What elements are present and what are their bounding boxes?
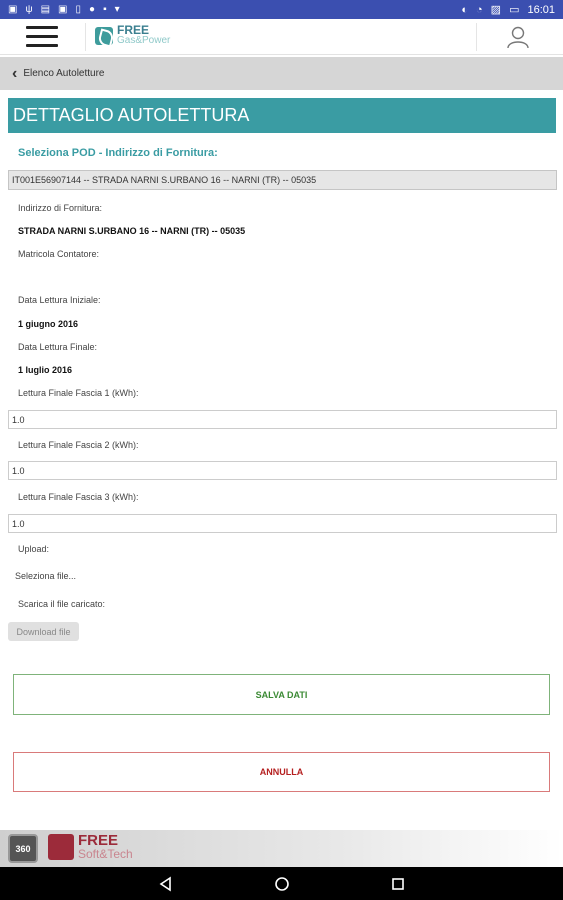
footer-brand-line1: FREE — [78, 832, 119, 849]
indirizzo-label: Indirizzo di Fornitura: — [18, 203, 103, 213]
battery-icon: ▭ — [509, 4, 520, 16]
notification-icon: ▣ — [58, 4, 68, 15]
status-bar: ▣ ψ ▤ ▣ ▯ ● ▪ ▾ ◐ ◔ ▨ ▭ 16:01 — [0, 0, 563, 19]
system-icons: ◐ ◔ ▨ ▭ 16:01 — [461, 3, 555, 17]
chevron-left-icon: ‹ — [12, 64, 18, 82]
data-finale-label: Data Lettura Finale: — [18, 342, 98, 352]
hamburger-menu-icon[interactable] — [26, 26, 58, 48]
indirizzo-value: STRADA NARNI S.URBANO 16 -- NARNI (TR) -… — [18, 226, 246, 236]
logo-text-line2: Gas&Power — [117, 35, 171, 46]
soft-tech-logo: FREE Soft&Tech — [48, 832, 133, 861]
app-bar: FREE Gas&Power — [0, 19, 563, 55]
footer-brand-line2: Soft&Tech — [78, 847, 133, 861]
image-icon: ▤ — [40, 4, 51, 15]
mic-icon: ● — [89, 4, 96, 15]
notification-icon: ▣ — [8, 4, 18, 15]
fascia1-input[interactable]: 1.0 — [8, 410, 557, 429]
cancel-button[interactable]: ANNULLA — [13, 752, 550, 792]
breadcrumb-label: Elenco Autoletture — [23, 68, 105, 79]
data-iniziale-value: 1 giugno 2016 — [18, 319, 79, 329]
system-nav-bar — [0, 867, 563, 900]
page-title: DETTAGLIO AUTOLETTURA — [8, 98, 556, 133]
fascia1-label: Lettura Finale Fascia 1 (kWh): — [18, 388, 139, 398]
leaf-logo-icon — [48, 834, 74, 860]
matricola-label: Matricola Contatore: — [18, 249, 100, 259]
bag-icon: ▪ — [103, 4, 107, 15]
leaf-logo-icon — [95, 26, 113, 45]
divider — [85, 23, 86, 51]
download-file-label: Scarica il file caricato: — [18, 599, 106, 609]
divider — [476, 23, 477, 51]
upload-label: Upload: — [18, 544, 50, 554]
home-nav-icon[interactable] — [274, 876, 290, 892]
notification-icons: ▣ ψ ▤ ▣ ▯ ● ▪ ▾ — [8, 4, 120, 15]
data-iniziale-label: Data Lettura Iniziale: — [18, 295, 101, 305]
fascia2-input[interactable]: 1.0 — [8, 461, 557, 480]
recents-nav-icon[interactable] — [390, 876, 406, 892]
pod-label: Seleziona POD - Indirizzo di Fornitura: — [18, 147, 218, 159]
file-icon: ▯ — [75, 4, 82, 15]
select-file-button[interactable]: Seleziona file... — [15, 571, 76, 581]
toggle-icon: ◐ — [461, 3, 468, 16]
back-to-list-link[interactable]: ‹ Elenco Autoletture — [0, 57, 563, 90]
360-badge-logo: 360 — [8, 834, 38, 863]
data-finale-value: 1 luglio 2016 — [18, 365, 73, 375]
footer-banner: 360 FREE Soft&Tech — [0, 830, 563, 867]
clock-time: 16:01 — [527, 3, 555, 16]
fascia3-label: Lettura Finale Fascia 3 (kWh): — [18, 492, 139, 502]
pod-select[interactable]: IT001E56907144 -- STRADA NARNI S.URBANO … — [8, 170, 557, 190]
back-nav-icon[interactable] — [158, 876, 174, 892]
no-sim-icon: ▨ — [490, 4, 502, 16]
download-icon: ▾ — [114, 4, 120, 15]
wifi-icon: ◔ — [476, 3, 483, 16]
usb-icon: ψ — [25, 4, 33, 15]
user-profile-icon[interactable] — [505, 25, 531, 49]
fascia2-label: Lettura Finale Fascia 2 (kWh): — [18, 440, 139, 450]
save-button[interactable]: SALVA DATI — [13, 674, 550, 715]
fascia3-input[interactable]: 1.0 — [8, 514, 557, 533]
download-file-button[interactable]: Download file — [8, 622, 79, 641]
app-logo: FREE Gas&Power — [95, 24, 171, 46]
